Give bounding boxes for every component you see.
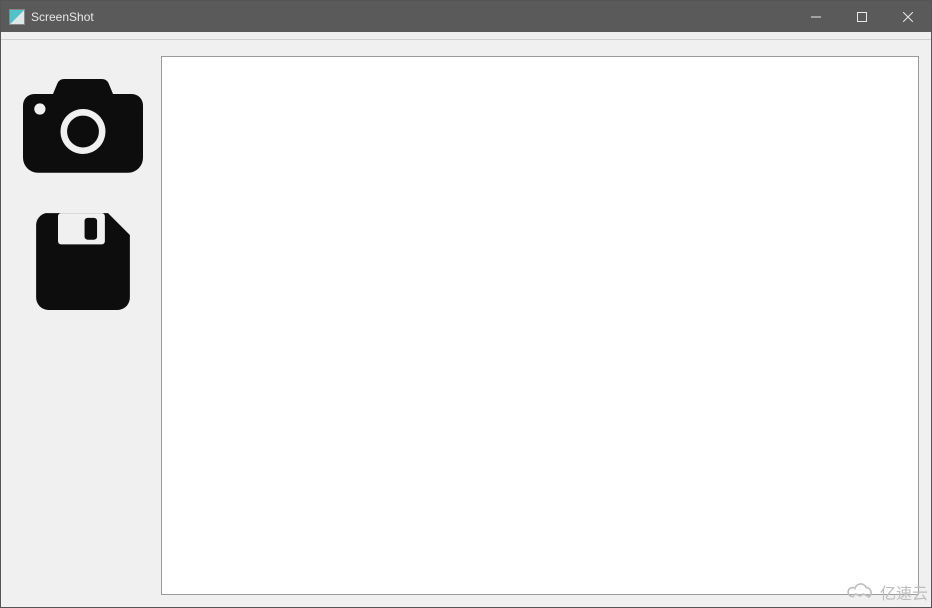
window-title: ScreenShot (31, 10, 94, 24)
maximize-button[interactable] (839, 1, 885, 32)
app-window: ScreenShot (0, 0, 932, 608)
sidebar (13, 56, 153, 595)
close-button[interactable] (885, 1, 931, 32)
camera-icon (23, 74, 143, 174)
maximize-icon (857, 12, 867, 22)
app-icon (9, 9, 25, 25)
watermark: 亿速云 (846, 580, 928, 604)
screenshot-canvas (161, 56, 919, 595)
capture-button[interactable] (19, 70, 147, 178)
close-icon (903, 12, 913, 22)
window-controls (793, 1, 931, 32)
watermark-text: 亿速云 (880, 580, 928, 604)
cloud-infinity-icon (846, 582, 876, 602)
client-area (1, 40, 931, 607)
titlebar[interactable]: ScreenShot (1, 1, 931, 32)
minimize-icon (811, 12, 821, 22)
minimize-button[interactable] (793, 1, 839, 32)
menubar (1, 32, 931, 40)
save-button[interactable] (19, 206, 147, 314)
floppy-disk-icon (23, 210, 143, 310)
